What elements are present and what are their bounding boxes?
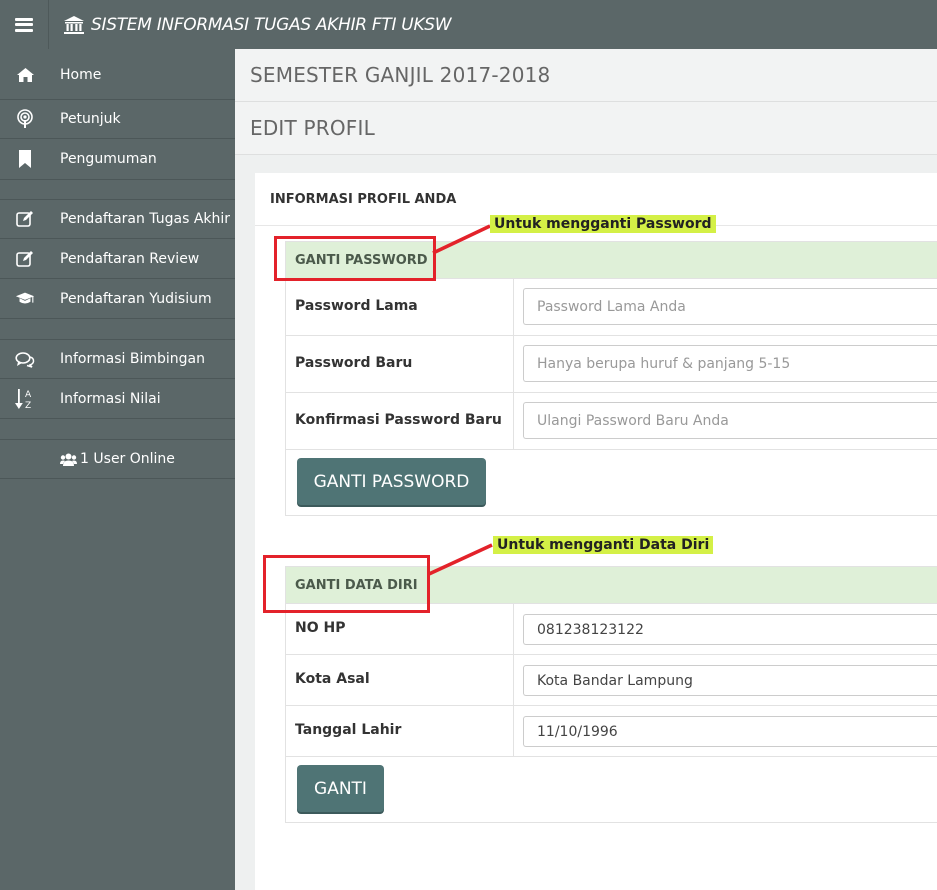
home-icon: [15, 65, 35, 85]
svg-text:Z: Z: [25, 401, 31, 410]
form-row: Kota Asal: [286, 655, 937, 706]
birthdate-input[interactable]: [523, 716, 937, 747]
change-password-button[interactable]: GANTI PASSWORD: [297, 458, 486, 505]
comments-icon: [15, 349, 35, 369]
field-label: Password Lama: [295, 298, 418, 314]
card-title: INFORMASI PROFIL ANDA: [270, 192, 457, 207]
confirm-password-input[interactable]: [523, 402, 937, 439]
password-highlight-box: [274, 236, 436, 281]
graduation-cap-icon: [15, 289, 35, 309]
page-header: EDIT PROFIL: [235, 102, 937, 155]
svg-text:A: A: [25, 390, 32, 400]
hamburger-icon: [15, 17, 33, 32]
field-label: Password Baru: [295, 355, 413, 371]
form-row: Password Lama: [286, 279, 937, 336]
online-users-indicator: 1 User Online: [0, 440, 235, 478]
personal-data-highlight-box: [263, 555, 430, 613]
app-title: SISTEM INFORMASI TUGAS AKHIR FTI UKSW: [91, 14, 452, 35]
edit-icon: [15, 249, 35, 269]
password-annotation-arrow: [432, 224, 491, 255]
new-password-input[interactable]: [523, 345, 937, 382]
password-annotation-label: Untuk mengganti Password: [490, 215, 716, 233]
sidebar-item-pengumuman[interactable]: Pengumuman: [0, 139, 235, 179]
bookmark-icon: [15, 149, 35, 169]
personal-data-annotation-label: Untuk mengganti Data Diri: [493, 536, 714, 554]
field-label: Kota Asal: [295, 671, 370, 687]
field-label: Konfirmasi Password Baru: [295, 412, 502, 428]
semester-title: SEMESTER GANJIL 2017-2018: [250, 63, 551, 87]
city-input[interactable]: [523, 665, 937, 696]
sidebar-item-pendaftaran-review[interactable]: Pendaftaran Review: [0, 239, 235, 279]
sidebar-item-pendaftaran-tugas-akhir[interactable]: Pendaftaran Tugas Akhir: [0, 199, 235, 239]
page-title: EDIT PROFIL: [250, 116, 375, 140]
brand[interactable]: SISTEM INFORMASI TUGAS AKHIR FTI UKSW: [63, 14, 452, 35]
sidebar-item-informasi-bimbingan[interactable]: Informasi Bimbingan: [0, 339, 235, 379]
save-personal-data-button[interactable]: GANTI: [297, 765, 384, 812]
sidebar-item-petunjuk[interactable]: Petunjuk: [0, 99, 235, 139]
sort-alpha-icon: AZ: [15, 389, 35, 410]
sidebar-item-home[interactable]: Home: [0, 55, 235, 95]
users-icon: [60, 453, 78, 466]
password-section: GANTI PASSWORD Password Lama Password Ba…: [285, 241, 937, 516]
field-label: Tanggal Lahir: [295, 722, 402, 738]
top-bar: SISTEM INFORMASI TUGAS AKHIR FTI UKSW: [0, 0, 937, 49]
sidebar-item-pendaftaran-yudisium[interactable]: Pendaftaran Yudisium: [0, 279, 235, 319]
personal-data-annotation-arrow: [428, 543, 493, 576]
field-label: NO HP: [295, 620, 346, 636]
old-password-input[interactable]: [523, 288, 937, 325]
sidebar-item-informasi-nilai[interactable]: AZ Informasi Nilai: [0, 379, 235, 419]
menu-toggle-button[interactable]: [0, 0, 49, 49]
form-row: Konfirmasi Password Baru: [286, 393, 937, 450]
institution-icon: [64, 15, 84, 34]
form-row: Tanggal Lahir: [286, 706, 937, 757]
podcast-icon: [15, 109, 35, 129]
phone-input[interactable]: [523, 614, 937, 645]
semester-header: SEMESTER GANJIL 2017-2018: [235, 49, 937, 102]
edit-icon: [15, 209, 35, 229]
sidebar: Home Petunjuk Pengumuman Pendaftaran Tug…: [0, 49, 235, 890]
form-row: Password Baru: [286, 336, 937, 393]
